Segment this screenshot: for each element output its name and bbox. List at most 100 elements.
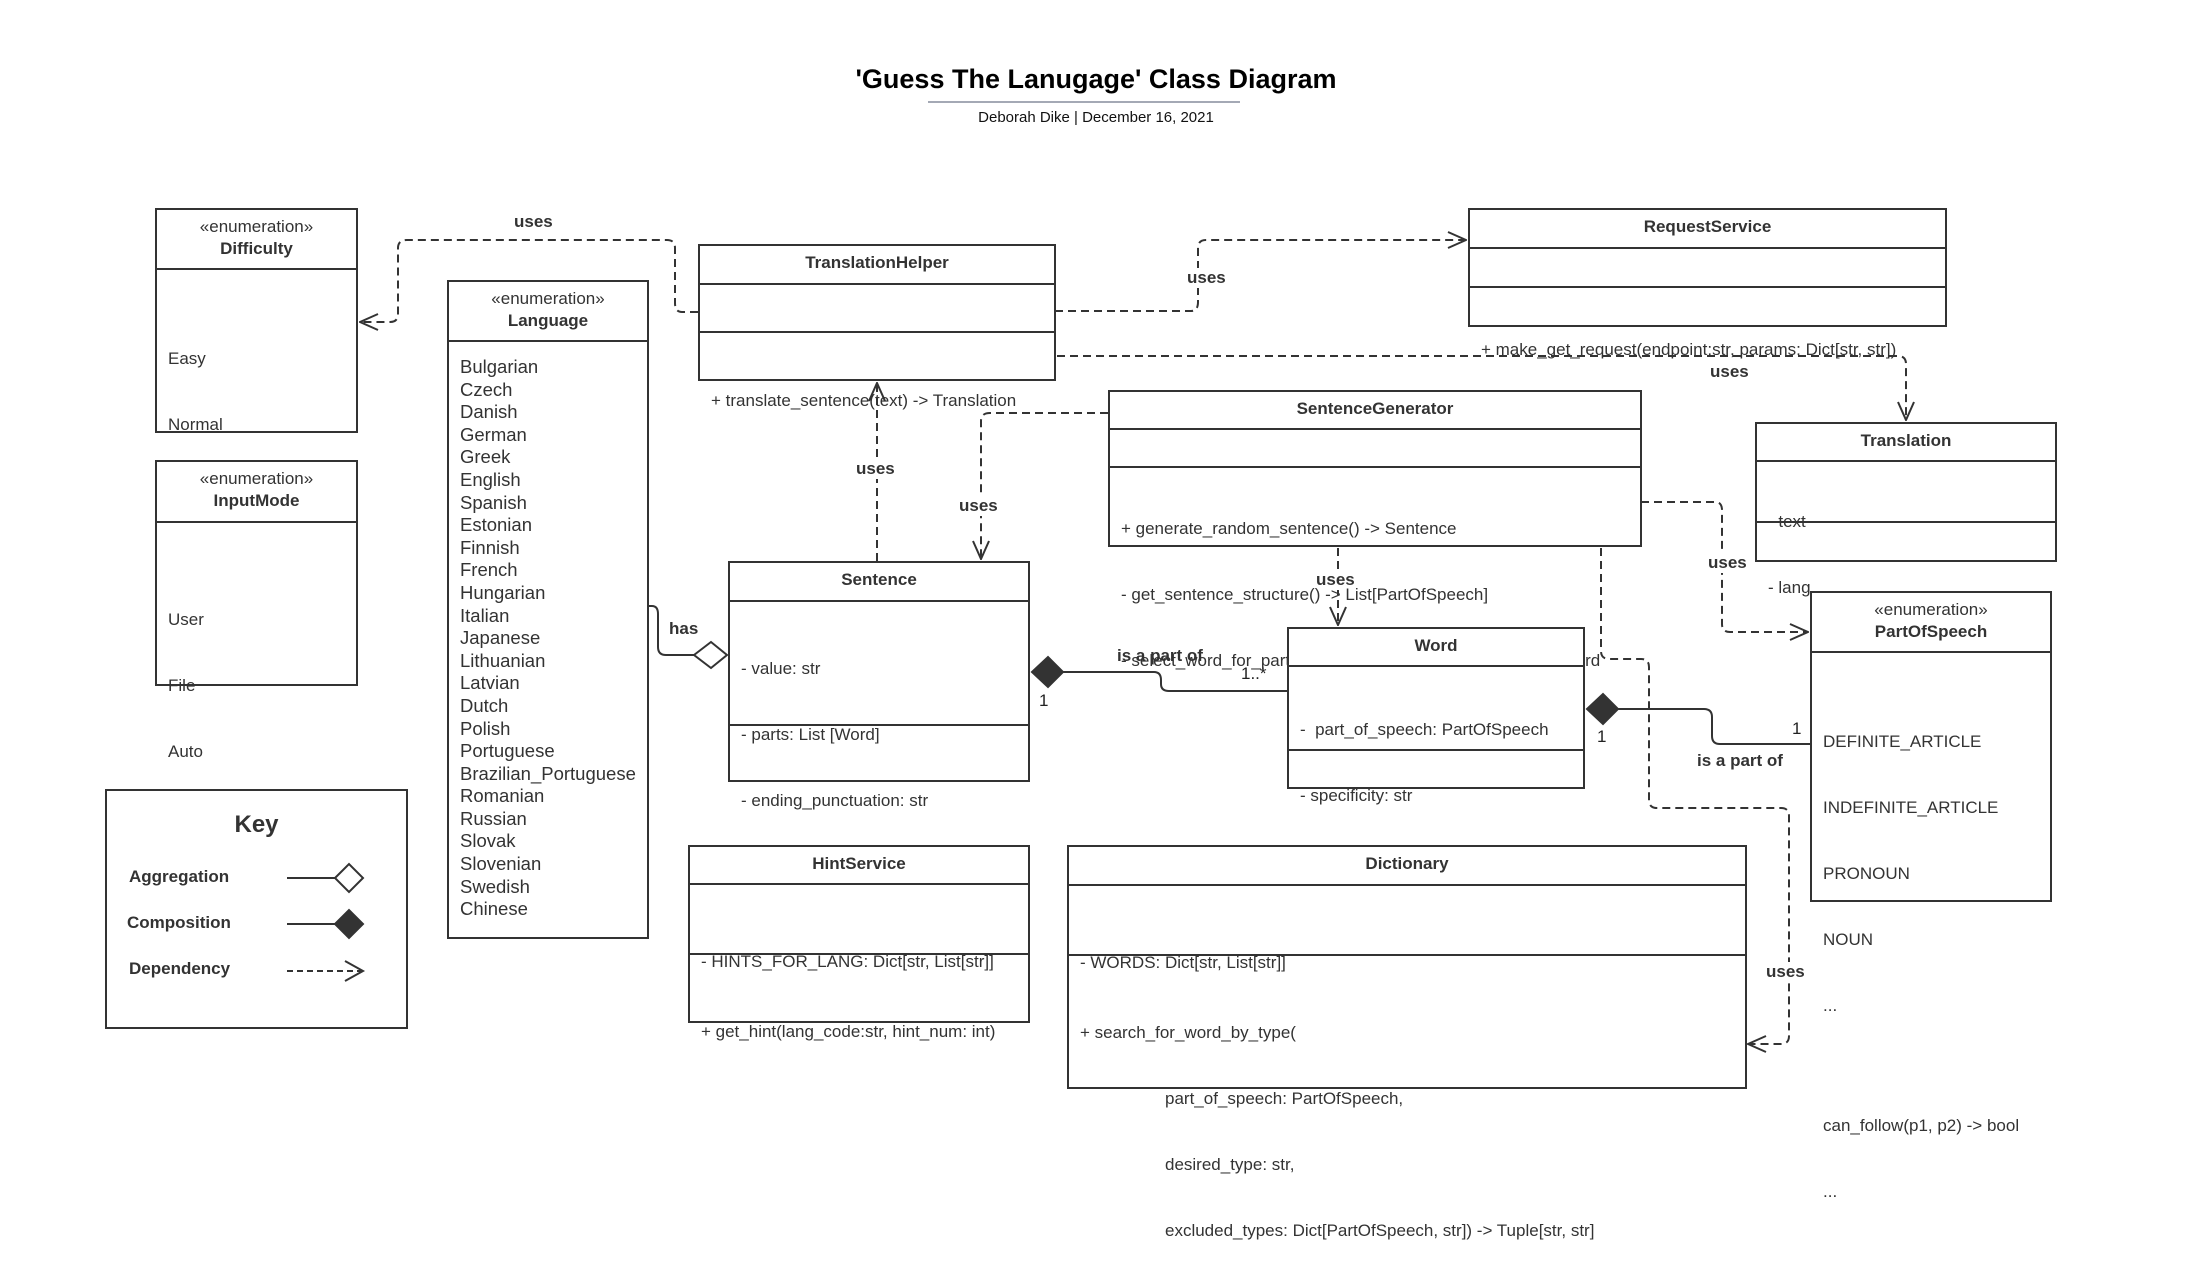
enum-value: Dutch — [460, 694, 509, 716]
enum-value: NOUN — [1823, 930, 1874, 949]
method-param: excluded_types: Dict[PartOfSpeech, str])… — [1165, 1221, 1595, 1240]
multiplicity-partofspeech: 1 — [1792, 719, 1802, 738]
multiplicity-word: 1 — [1597, 727, 1607, 746]
enum-value: Polish — [460, 717, 511, 739]
uses-label-sentence: uses — [959, 496, 998, 516]
enum-value: PRONOUN — [1823, 864, 1910, 883]
enum-value: Finnish — [460, 536, 520, 558]
class-name: Difficulty — [220, 239, 293, 258]
class-word[interactable]: Word - part_of_speech: PartOfSpeech - sp… — [1287, 627, 1585, 871]
enum-value: Slovenian — [460, 853, 542, 875]
method-param: desired_type: str, — [1165, 1155, 1295, 1174]
class-name: HintService — [812, 854, 906, 873]
legend-key: Key Aggregation Composition Dependency — [105, 789, 408, 1029]
uses-label-dictionary: uses — [1766, 962, 1805, 982]
enum-value: Greek — [460, 446, 511, 468]
uses-label-difficulty: uses — [514, 212, 553, 231]
stereotype: «enumeration» — [199, 469, 314, 488]
uses-label-partofspeech: uses — [1708, 553, 1747, 573]
method: + search_for_word_by_type( — [1080, 1023, 1296, 1042]
attribute: - value: str — [741, 659, 821, 678]
aggregation-diamond-icon — [333, 862, 365, 894]
attributes-section — [1470, 247, 1945, 286]
methods-section: + get_hint(lang_code:str, hint_num: int) — [690, 953, 1028, 1041]
method: + translate_sentence(text) -> Translatio… — [711, 391, 1017, 410]
enum-value: Lithuanian — [460, 649, 546, 671]
class-name: Word — [1414, 636, 1458, 655]
class-name: Language — [507, 311, 589, 330]
enum-value: Normal — [168, 415, 223, 434]
stereotype: «enumeration» — [199, 217, 314, 236]
class-translationhelper[interactable]: TranslationHelper + translate_sentence(t… — [698, 244, 1056, 410]
class-name: Dictionary — [1365, 854, 1449, 873]
class-dictionary[interactable]: Dictionary - WORDS: Dict[str, List[str]]… — [1067, 845, 1747, 1240]
attribute: - specificity: str — [1300, 786, 1413, 805]
enum-value: Chinese — [460, 898, 528, 920]
attributes-section: - part_of_speech: PartOfSpeech - specifi… — [1289, 665, 1583, 871]
attributes-section — [1110, 428, 1640, 466]
attributes-section: - HINTS_FOR_LANG: Dict[str, List[str]] — [690, 883, 1028, 971]
attributes-section — [700, 283, 1054, 331]
composition-word-partofspeech — [1618, 708, 1810, 745]
attributes-section: - value: str - parts: List [Word] - endi… — [730, 600, 1028, 876]
class-name: RequestService — [1643, 217, 1772, 236]
has-label: has — [669, 619, 699, 638]
class-name: Translation — [1860, 431, 1952, 450]
method: + make_get_request(endpoint:str, params:… — [1481, 340, 1897, 359]
methods-section — [1757, 521, 2055, 560]
enum-value: Italian — [460, 604, 510, 626]
class-inputmode[interactable]: «enumeration» InputMode User File Auto — [155, 460, 358, 761]
class-sentencegenerator[interactable]: SentenceGenerator + generate_random_sent… — [1108, 390, 1642, 670]
attributes-section: - text - lang — [1757, 460, 2055, 597]
multiplicity-sentence: 1 — [1039, 691, 1049, 710]
composition-diamond-sentence — [1030, 655, 1065, 689]
method: ... — [1823, 1182, 1838, 1201]
methods-section: + translate_sentence(text) -> Translatio… — [700, 331, 1054, 410]
enum-value: Easy — [168, 349, 206, 368]
enum-value: Bulgarian — [460, 356, 539, 377]
uses-label-requestservice: uses — [1187, 268, 1226, 288]
enum-value: Spanish — [460, 491, 527, 513]
composition-diamond-icon — [333, 908, 365, 940]
enum-value: Latvian — [460, 672, 520, 694]
enum-value: Estonian — [460, 514, 532, 536]
dep-translationhelper-requestservice — [1055, 240, 1466, 312]
attributes-section: - WORDS: Dict[str, List[str]] — [1069, 884, 1745, 972]
class-sentence[interactable]: Sentence - value: str - parts: List [Wor… — [728, 561, 1030, 876]
methods-section: + search_for_word_by_type( part_of_speec… — [1069, 954, 1745, 1240]
method: + get_hint(lang_code:str, hint_num: int) — [701, 1022, 996, 1041]
enum-value: ... — [1823, 996, 1838, 1015]
methods-section — [1289, 749, 1583, 787]
class-language[interactable]: «enumeration» Language Bulgarian Czech Dan… — [447, 280, 649, 939]
enum-value: DEFINITE_ARTICLE — [1823, 732, 1982, 751]
enum-value: French — [460, 559, 518, 581]
class-hintservice[interactable]: HintService - HINTS_FOR_LANG: Dict[str, … — [688, 845, 1030, 1041]
enum-value: Danish — [460, 401, 518, 423]
enum-values: User File Auto — [157, 521, 356, 761]
class-requestservice[interactable]: RequestService + make_get_request(endpoi… — [1468, 208, 1947, 359]
class-name: TranslationHelper — [805, 253, 949, 272]
class-difficulty[interactable]: «enumeration» Difficulty Easy Normal Har… — [155, 208, 358, 566]
class-name: Sentence — [841, 570, 917, 589]
enum-value: Czech — [460, 378, 513, 400]
enum-values: Bulgarian Czech Danish German Greek English Sp… — [449, 340, 647, 937]
enum-value: Hungarian — [460, 581, 546, 603]
enum-values: Easy Normal Hard Beast — [157, 268, 356, 566]
enum-value: English — [460, 468, 521, 490]
class-name: SentenceGenerator — [1296, 399, 1454, 418]
class-translation[interactable]: Translation - text - lang — [1755, 422, 2057, 597]
enum-value: INDEFINITE_ARTICLE — [1823, 798, 1999, 817]
enum-values: DEFINITE_ARTICLE INDEFINITE_ARTICLE PRON… — [1812, 651, 2050, 1201]
class-partofspeech[interactable]: «enumeration» PartOfSpeech DEFINITE_ARTI… — [1810, 591, 2052, 1201]
enum-value: Russian — [460, 807, 527, 829]
enum-value: Romanian — [460, 785, 545, 807]
uses-label-translationhelper: uses — [856, 459, 895, 479]
enum-value: Slovak — [460, 830, 516, 852]
enum-value: Brazilian_Portuguese — [460, 762, 636, 784]
stereotype: «enumeration» — [1874, 600, 1988, 619]
aggregation-diamond — [692, 640, 729, 670]
enum-value: Japanese — [460, 627, 541, 649]
class-name: InputMode — [213, 491, 300, 510]
stereotype: «enumeration» — [491, 289, 605, 308]
